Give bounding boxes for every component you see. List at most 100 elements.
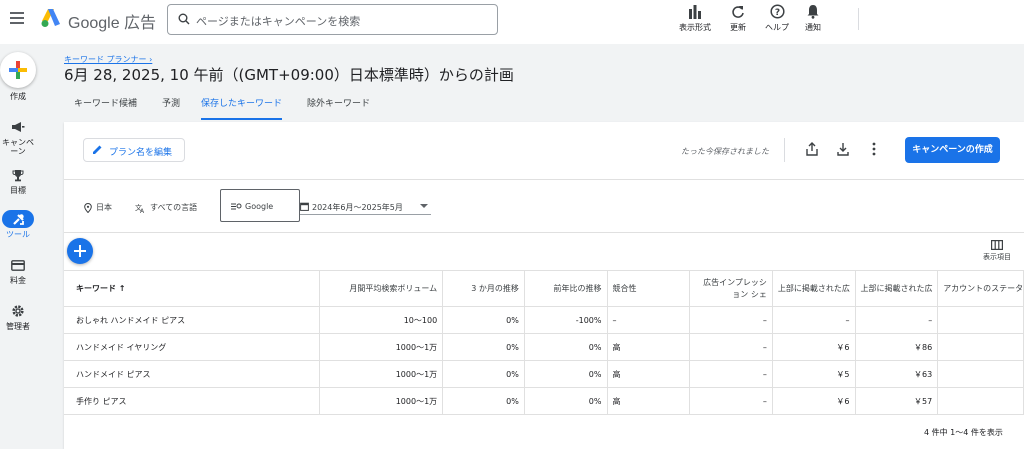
volume-cell: 1000～1万: [319, 387, 444, 415]
top-bid-low-cell: –: [772, 306, 856, 334]
top-bid-high-cell: ￥86: [855, 333, 939, 361]
keyword-cell: 手作り ピアス: [64, 387, 320, 415]
bell-icon: [807, 5, 819, 19]
volume-cell: 10～100: [319, 306, 444, 334]
column-header-search-volume[interactable]: 月間平均検索ボリューム: [319, 270, 444, 307]
nav-tools-label: ツール: [6, 230, 30, 239]
column-header-yoy-trend[interactable]: 前年比の推移: [524, 270, 608, 307]
trend-yoy-cell: -100%: [524, 306, 608, 334]
volume-cell: 1000～1万: [319, 360, 444, 388]
plus-icon-bar: [9, 68, 27, 72]
tab-keyword-ideas[interactable]: キーワード候補: [74, 94, 137, 120]
impression-share-cell: –: [689, 333, 773, 361]
nav-tools[interactable]: ツール: [0, 210, 36, 239]
add-keyword-button[interactable]: [67, 238, 93, 264]
top-bid-low-cell: ￥6: [772, 333, 856, 361]
column-header-keyword[interactable]: キーワード ↑: [64, 270, 320, 307]
edit-plan-name-button[interactable]: プラン名を編集: [83, 138, 185, 162]
nav-goals-label: 目標: [10, 186, 26, 195]
pencil-icon: [93, 145, 102, 154]
column-header-impression-share[interactable]: 広告インプレッション シェ: [689, 270, 773, 307]
nav-campaigns[interactable]: キャンペ ーン: [0, 118, 36, 156]
search-icon: [178, 13, 190, 25]
card-divider: [64, 179, 1024, 180]
competition-cell: 高: [607, 387, 691, 415]
keyword-cell: ハンドメイド イヤリング: [64, 333, 320, 361]
trend-3m-cell: 0%: [442, 306, 525, 334]
competition-cell: –: [607, 306, 691, 334]
gear-icon: [12, 305, 24, 317]
nav-billing[interactable]: 料金: [0, 256, 36, 285]
impression-share-cell: –: [689, 387, 773, 415]
account-status-cell: [937, 360, 1024, 388]
search-box[interactable]: ページまたはキャンペーンを検索: [167, 4, 498, 35]
network-filter[interactable]: Google: [220, 189, 300, 222]
table-row[interactable]: ハンドメイド イヤリング 1000～1万 0% 0% 高 – ￥6 ￥86: [64, 333, 1024, 361]
keywords-table: キーワード ↑ 月間平均検索ボリューム 3 か月の推移 前年比の推移 競合性 広…: [64, 270, 1024, 415]
location-pin-icon: [84, 202, 92, 213]
location-filter-label: 日本: [96, 203, 112, 212]
menu-icon[interactable]: [10, 12, 24, 24]
trend-3m-cell: 0%: [442, 333, 525, 361]
location-filter[interactable]: 日本: [84, 202, 112, 213]
top-bid-high-cell: ￥63: [855, 360, 939, 388]
tab-negative-keywords[interactable]: 除外キーワード: [307, 94, 370, 120]
chart-icon: [689, 5, 701, 19]
top-bid-low-cell: ￥5: [772, 360, 856, 388]
column-header-account-status[interactable]: アカウントのステータス: [937, 270, 1024, 307]
trend-yoy-cell: 0%: [524, 360, 608, 388]
competition-cell: 高: [607, 333, 691, 361]
app-title: Google 広告: [68, 15, 157, 32]
search-placeholder: ページまたはキャンペーンを検索: [196, 15, 361, 28]
calendar-icon: [300, 202, 309, 211]
date-range-label: 2024年6月～2025年5月: [312, 203, 403, 212]
svg-text:?: ?: [774, 8, 779, 18]
table-row[interactable]: おしゃれ ハンドメイド ピアス 10～100 0% -100% – – – –: [64, 306, 1024, 334]
language-filter[interactable]: 文 A すべての言語: [135, 202, 197, 213]
account-status-cell: [937, 387, 1024, 415]
edit-plan-name-label: プラン名を編集: [109, 148, 173, 158]
nav-campaigns-label: キャンペ ーン: [2, 138, 34, 156]
keyword-cell: ハンドメイド ピアス: [64, 360, 320, 388]
column-header-top-bid-low[interactable]: 上部に掲載された広: [772, 270, 856, 307]
trophy-icon: [12, 169, 24, 181]
account-status-cell: [937, 306, 1024, 334]
download-icon[interactable]: [837, 142, 849, 156]
toolbar-divider: [858, 8, 859, 30]
top-bid-high-cell: ￥57: [855, 387, 939, 415]
keyword-cell: おしゃれ ハンドメイド ピアス: [64, 306, 320, 334]
account-status-cell: [937, 333, 1024, 361]
translate-icon: 文 A: [135, 203, 145, 213]
impression-share-cell: –: [689, 306, 773, 334]
nav-admin[interactable]: 管理者: [0, 302, 36, 331]
notifications-button[interactable]: 通知: [788, 2, 838, 38]
header-divider: [784, 138, 785, 162]
create-campaign-button[interactable]: キャンペーンの作成: [905, 137, 1000, 163]
share-icon[interactable]: [806, 142, 818, 156]
top-bid-low-cell: ￥6: [772, 387, 856, 415]
page-title: 6月 28, 2025, 10 午前（(GMT+09:00）日本標準時）からの計…: [64, 66, 514, 84]
megaphone-icon: [12, 122, 25, 132]
columns-button[interactable]: 表示項目: [977, 240, 1017, 262]
column-header-top-bid-high[interactable]: 上部に掲載された広: [855, 270, 939, 307]
table-row[interactable]: 手作り ピアス 1000～1万 0% 0% 高 – ￥6 ￥57: [64, 387, 1024, 415]
table-row[interactable]: ハンドメイド ピアス 1000～1万 0% 0% 高 – ￥5 ￥63: [64, 360, 1024, 388]
language-filter-label: すべての言語: [150, 203, 198, 212]
date-range-selector[interactable]: 2024年6月～2025年5月: [300, 201, 431, 215]
column-header-3month-trend[interactable]: 3 か月の推移: [442, 270, 525, 307]
saved-keywords-card: プラン名を編集 たった今保存されました キャンペーンの作成 日本 文 A すべて…: [64, 122, 1024, 449]
left-nav: 作成 キャンペ ーン 目標 ツール 料金 管理者: [0, 44, 46, 449]
search-network-icon: [231, 203, 242, 210]
more-vert-icon[interactable]: [872, 142, 876, 156]
nav-goals[interactable]: 目標: [0, 166, 36, 195]
help-icon: ?: [769, 4, 785, 19]
create-button[interactable]: [0, 52, 36, 88]
billing-icon: [11, 259, 25, 271]
nav-create[interactable]: 作成: [0, 90, 36, 101]
column-header-competition[interactable]: 競合性: [607, 270, 691, 307]
tab-forecast[interactable]: 予測: [162, 94, 180, 120]
columns-icon: [991, 240, 1004, 251]
add-icon-bar: [74, 250, 86, 252]
tab-saved-keywords[interactable]: 保存したキーワード: [201, 94, 283, 120]
network-filter-label: Google: [245, 202, 274, 211]
